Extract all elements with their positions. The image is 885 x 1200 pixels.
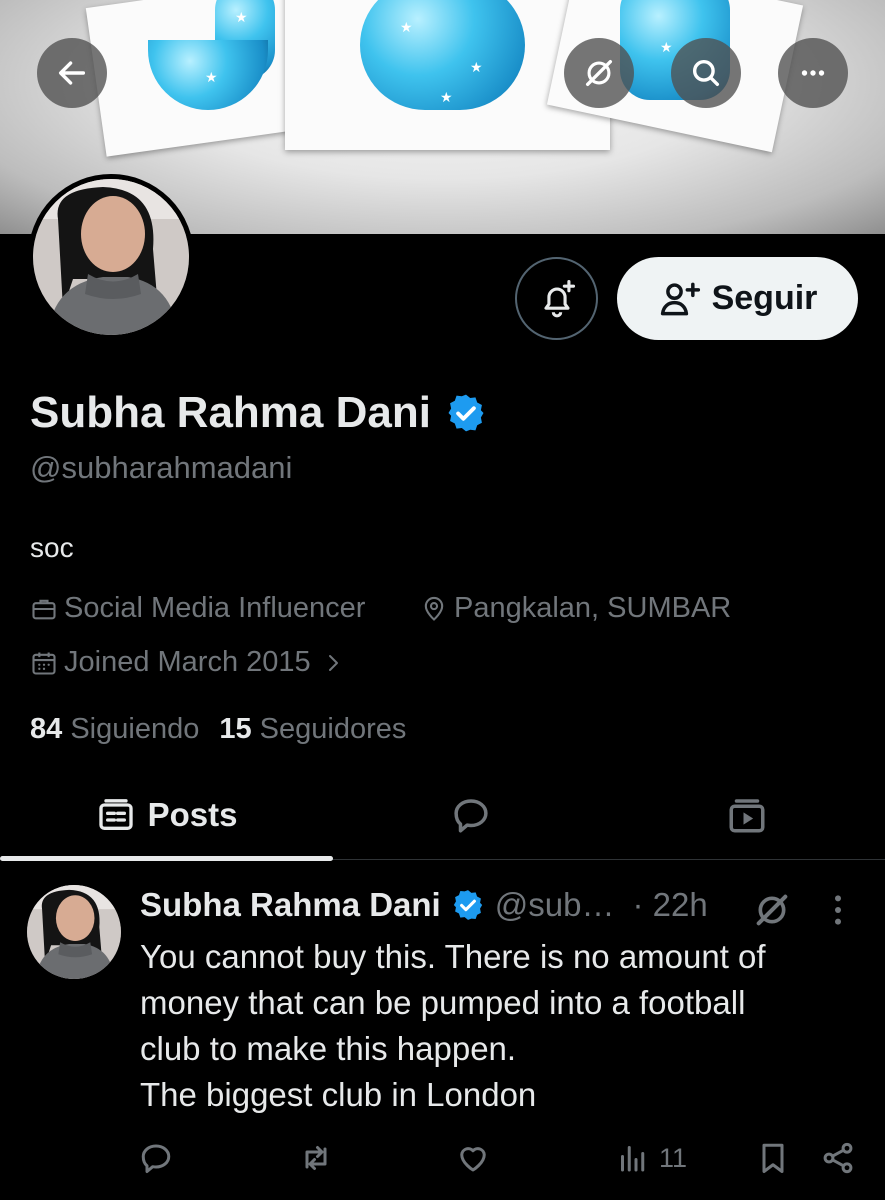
profession-text: Social Media Influencer (64, 592, 366, 624)
star-decoration: ★ (440, 89, 453, 105)
verified-badge-icon (453, 890, 482, 920)
more-button[interactable] (778, 38, 848, 108)
share-button[interactable] (820, 1140, 856, 1176)
location-pin-icon (424, 596, 444, 621)
reply-button[interactable] (138, 1140, 174, 1176)
repost-icon (305, 1146, 327, 1170)
add-user-icon (660, 282, 700, 315)
post-text: You cannot buy this. There is no amount … (140, 934, 840, 1118)
tab-posts[interactable]: Posts (0, 770, 333, 860)
profile-tabs: Posts (0, 770, 885, 861)
notifications-button[interactable] (515, 257, 598, 340)
star-decoration: ★ (400, 19, 413, 35)
views-chart-icon (621, 1146, 645, 1172)
grok-icon[interactable] (752, 890, 792, 930)
calendar-icon (32, 652, 56, 675)
profession-category: Social Media Influencer (30, 592, 365, 625)
back-button[interactable] (37, 38, 107, 108)
star-decoration: ★ (205, 69, 218, 85)
following-link[interactable]: 84 Siguiendo (30, 713, 199, 746)
views-button[interactable]: 11 (615, 1140, 687, 1176)
verified-badge-icon[interactable] (445, 392, 487, 434)
grok-button[interactable] (564, 38, 634, 108)
tab-posts-label: Posts (147, 796, 238, 833)
followers-count: 15 (219, 713, 252, 745)
tab-replies[interactable] (333, 770, 609, 860)
follow-button-label: Seguir (711, 279, 818, 317)
post-text-line: You cannot buy this. There is no amount … (140, 938, 766, 975)
search-icon (692, 59, 720, 87)
post-author-handle[interactable]: @sub… (495, 886, 615, 924)
profile-location: Pangkalan, SUMBAR (420, 592, 731, 625)
search-button[interactable] (671, 38, 741, 108)
followers-label: Seguidores (259, 713, 407, 745)
posts-icon (98, 799, 133, 830)
profile-avatar[interactable] (28, 174, 194, 340)
back-arrow-icon (58, 61, 86, 85)
repost-button[interactable] (298, 1140, 334, 1176)
following-count: 84 (30, 713, 63, 745)
joined-date[interactable]: Joined March 2015 (30, 646, 345, 679)
star-decoration: ★ (235, 9, 248, 25)
reply-icon (141, 1144, 171, 1173)
following-label: Siguiendo (70, 713, 200, 745)
share-icon (823, 1142, 853, 1174)
bookmark-button[interactable] (755, 1140, 791, 1176)
views-count: 11 (659, 1142, 688, 1173)
star-decoration: ★ (660, 39, 673, 55)
media-icon (729, 799, 765, 833)
post-more-icon[interactable] (823, 890, 853, 930)
post-header: Subha Rahma Dani @sub… · 22h (140, 886, 708, 924)
profile-name-row: Subha Rahma Dani (30, 388, 487, 438)
post-author-avatar[interactable] (27, 885, 121, 979)
replies-icon (454, 799, 488, 833)
more-icon (801, 70, 825, 76)
bookmark-icon (762, 1143, 784, 1173)
follow-button[interactable]: Seguir (617, 257, 858, 340)
star-decoration: ★ (470, 59, 483, 75)
followers-link[interactable]: 15 Seguidores (219, 713, 406, 746)
briefcase-icon (32, 599, 56, 619)
heart-icon (460, 1147, 486, 1172)
like-button[interactable] (455, 1140, 491, 1176)
post-timestamp[interactable]: · 22h (632, 886, 707, 924)
follow-stats: 84 Siguiendo 15 Seguidores (30, 713, 406, 746)
avatar-photo (33, 179, 189, 335)
post-text-line: money that can be pumped into a football (140, 984, 746, 1021)
chevron-right-icon (328, 654, 338, 671)
post-author-name[interactable]: Subha Rahma Dani (140, 886, 441, 924)
profile-handle: @subharahmadani (30, 450, 293, 485)
post-text-line: The biggest club in London (140, 1076, 537, 1113)
active-tab-indicator (0, 856, 333, 861)
grok-icon (585, 59, 613, 87)
joined-text: Joined March 2015 (64, 646, 311, 678)
location-text: Pangkalan, SUMBAR (454, 592, 732, 624)
avatar-photo (27, 885, 121, 979)
display-name: Subha Rahma Dani (30, 388, 431, 437)
tab-media[interactable] (609, 770, 885, 860)
bell-plus-icon (543, 279, 575, 317)
profile-bio: soc (30, 532, 74, 563)
post-text-line: club to make this happen. (140, 1030, 517, 1067)
